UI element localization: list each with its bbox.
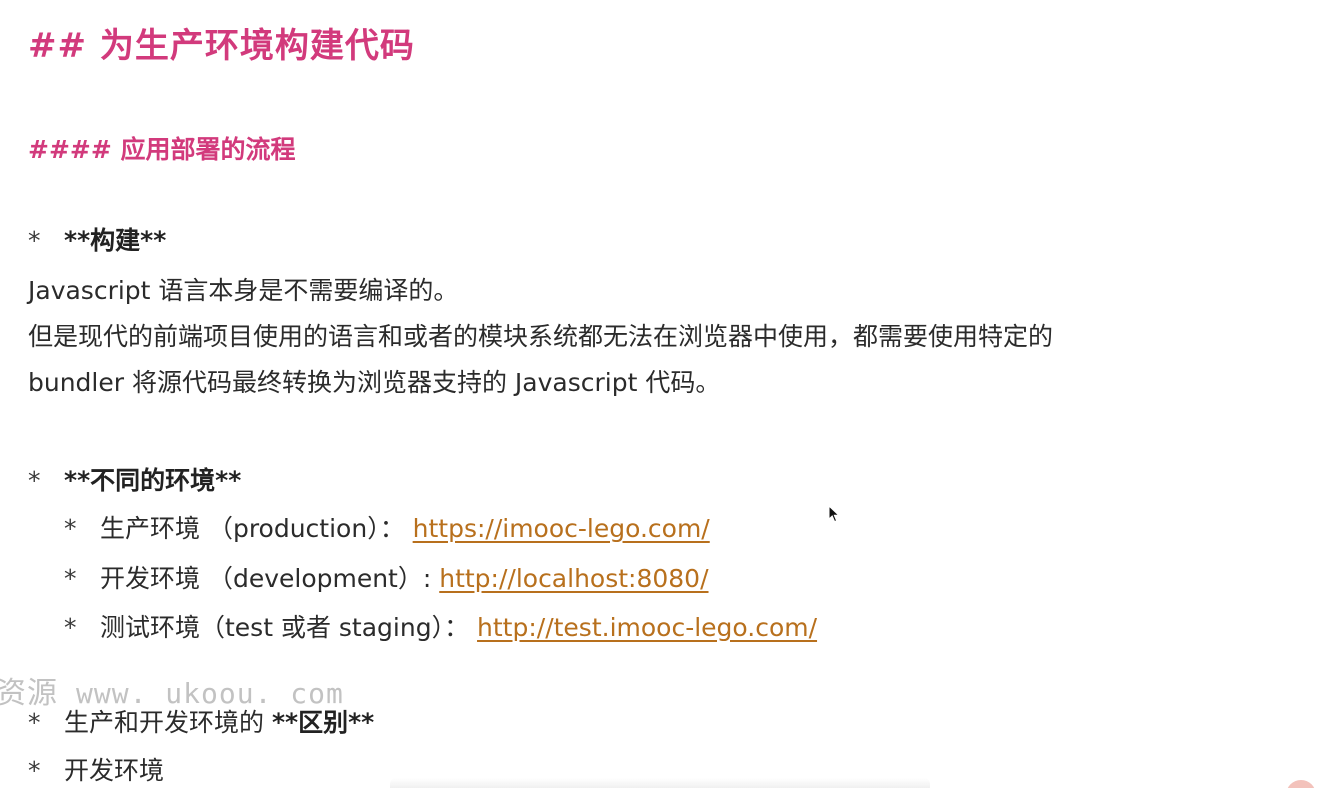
- environments-label: **不同的环境**: [64, 466, 242, 495]
- dev-environment-label: 开发环境: [64, 756, 165, 785]
- build-line-2: 但是现代的前端项目使用的语言和或者的模块系统都无法在浏览器中使用，都需要使用特定…: [28, 322, 1054, 351]
- bullet-marker: *: [64, 564, 77, 593]
- build-line-1: Javascript 语言本身是不需要编译的。: [28, 276, 459, 305]
- mouse-pointer-icon: [828, 505, 840, 523]
- bullet-dev-environment: * 开发环境: [28, 754, 164, 788]
- bullet-marker: *: [28, 226, 41, 255]
- env-production-link[interactable]: https://imooc-lego.com/: [413, 514, 710, 543]
- difference-prefix: 生产和开发环境的: [64, 708, 272, 737]
- main-heading: ## 为生产环境构建代码: [28, 26, 415, 66]
- env-test-text: 测试环境（test 或者 staging）：: [100, 613, 478, 642]
- sub-heading: #### 应用部署的流程: [28, 135, 296, 164]
- bullet-difference: * 生产和开发环境的 **区别**: [28, 706, 374, 740]
- build-line-3: bundler 将源代码最终转换为浏览器支持的 Javascript 代码。: [28, 368, 721, 397]
- env-test-link[interactable]: http://test.imooc-lego.com/: [477, 613, 817, 642]
- env-item-production: * 生产环境 （production）： https://imooc-lego.c…: [64, 512, 710, 546]
- env-development-link[interactable]: http://localhost:8080/: [439, 564, 708, 593]
- bullet-marker: *: [28, 708, 41, 737]
- bullet-environments: * **不同的环境**: [28, 464, 241, 498]
- env-item-development: * 开发环境 （development）: http://localhost:80…: [64, 562, 709, 596]
- bottom-overlay-edge: [390, 778, 930, 788]
- env-production-text: 生产环境 （production）：: [100, 514, 413, 543]
- markdown-document: ## 为生产环境构建代码 #### 应用部署的流程 * **构建** Javasc…: [0, 0, 1338, 788]
- bullet-marker: *: [64, 514, 77, 543]
- bullet-marker: *: [28, 756, 41, 785]
- corner-avatar-icon: [1286, 780, 1316, 788]
- build-label: **构建**: [64, 226, 167, 255]
- bullet-marker: *: [64, 613, 77, 642]
- env-development-text: 开发环境 （development）:: [100, 564, 440, 593]
- bullet-marker: *: [28, 466, 41, 495]
- env-item-test: * 测试环境（test 或者 staging）： http://test.imoo…: [64, 611, 817, 645]
- difference-label: **区别**: [271, 708, 375, 737]
- bullet-build: * **构建**: [28, 224, 166, 258]
